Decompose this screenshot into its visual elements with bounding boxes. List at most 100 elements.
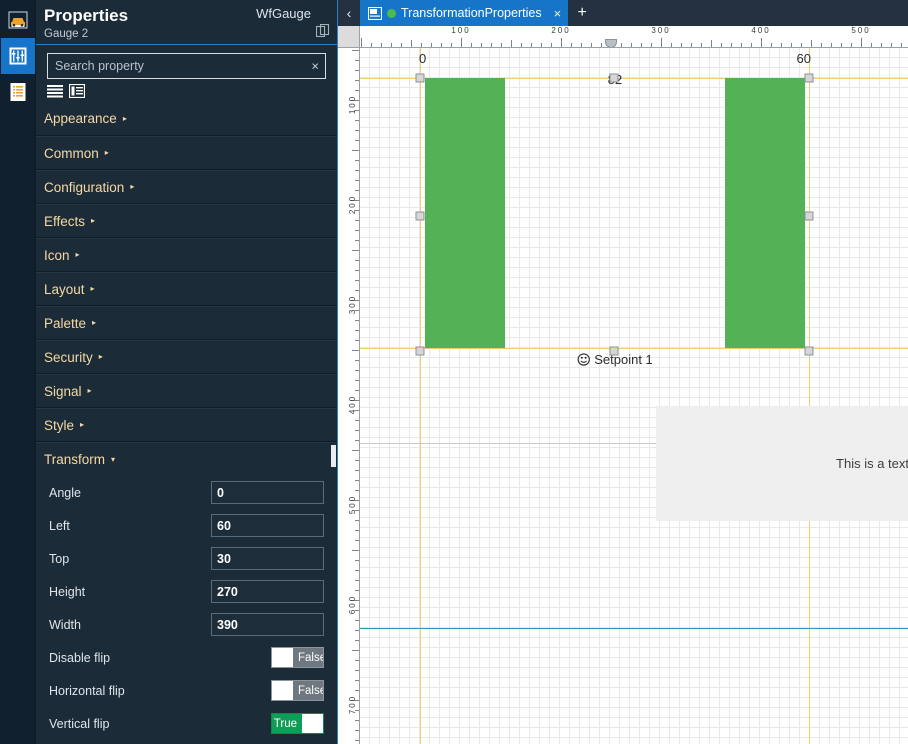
object-type-label: WfGauge bbox=[256, 6, 311, 21]
category-label: Security bbox=[44, 349, 93, 365]
chevron-right-icon: ▸ bbox=[92, 318, 97, 327]
property-category-palette[interactable]: Palette ▸ bbox=[36, 306, 337, 340]
property-category-effects[interactable]: Effects ▸ bbox=[36, 204, 337, 238]
category-label: Signal bbox=[44, 383, 82, 399]
property-label: Vertical flip bbox=[49, 716, 110, 731]
rail-item-project-tree[interactable] bbox=[1, 74, 35, 110]
ruler-tick bbox=[601, 43, 602, 47]
property-category-signal[interactable]: Signal ▸ bbox=[36, 374, 337, 408]
property-input-width[interactable] bbox=[211, 613, 324, 636]
property-input-angle[interactable] bbox=[211, 481, 324, 504]
property-category-layout[interactable]: Layout ▸ bbox=[36, 272, 337, 306]
resize-handle-w[interactable] bbox=[415, 211, 425, 221]
property-toggle-horizontal-flip[interactable]: False bbox=[271, 680, 324, 701]
property-category-configuration[interactable]: Configuration ▸ bbox=[36, 170, 337, 204]
property-toggle-vertical-flip[interactable]: True bbox=[271, 713, 324, 734]
property-toggle-disable-flip[interactable]: False bbox=[271, 647, 324, 668]
property-input-height[interactable] bbox=[211, 580, 324, 603]
close-tab-icon[interactable]: × bbox=[554, 6, 562, 21]
clear-search-icon[interactable]: × bbox=[311, 60, 319, 73]
ruler-tick bbox=[352, 150, 359, 151]
resize-handle-e[interactable] bbox=[804, 211, 814, 221]
resize-handle-sw[interactable] bbox=[415, 346, 425, 356]
resize-handle-se[interactable] bbox=[804, 346, 814, 356]
ruler-tick bbox=[355, 360, 359, 361]
setpoint-icon bbox=[577, 353, 590, 366]
ruler-label: 200 bbox=[551, 26, 571, 35]
ruler-tick bbox=[355, 430, 359, 431]
ruler-label: 500 bbox=[851, 26, 871, 35]
resize-handle-s[interactable] bbox=[609, 346, 619, 356]
ruler-tick bbox=[711, 40, 712, 47]
property-input-left[interactable] bbox=[211, 514, 324, 537]
property-category-appearance[interactable]: Appearance ▸ bbox=[36, 102, 337, 136]
ruler-tick bbox=[355, 670, 359, 671]
ruler-tick bbox=[531, 43, 532, 47]
property-label: Top bbox=[49, 551, 70, 566]
gauge-element[interactable]: 0 60 82 Setpoint 1 bbox=[419, 51, 811, 538]
add-tab-icon[interactable]: + bbox=[568, 0, 596, 26]
tab-scroll-left-icon[interactable]: ‹ bbox=[338, 0, 360, 26]
resize-handle-n[interactable] bbox=[609, 73, 619, 83]
vertical-ruler[interactable]: 100 200 300 400 500 600 700 bbox=[338, 48, 360, 744]
property-label: Height bbox=[49, 584, 86, 599]
ruler-tick bbox=[391, 43, 392, 47]
ruler-tick bbox=[355, 490, 359, 491]
ruler-tick bbox=[741, 43, 742, 47]
text-element[interactable]: This is a text bbox=[656, 406, 908, 521]
ruler-tick bbox=[352, 650, 359, 651]
ruler-tick bbox=[501, 43, 502, 47]
property-category-transform[interactable]: Transform ▾ bbox=[36, 442, 337, 476]
category-label: Transform bbox=[44, 452, 106, 467]
ruler-tick bbox=[355, 190, 359, 191]
ruler-tick bbox=[355, 130, 359, 131]
resize-handle-nw[interactable] bbox=[415, 73, 425, 83]
properties-header: Properties Gauge 2 WfGauge bbox=[36, 0, 337, 45]
rail-item-properties[interactable] bbox=[0, 38, 35, 74]
ruler-position-marker[interactable] bbox=[605, 39, 617, 47]
ruler-tick bbox=[691, 43, 692, 47]
application-window: Properties Gauge 2 WfGauge × bbox=[0, 0, 908, 744]
property-label: Angle bbox=[49, 485, 81, 500]
ruler-corner bbox=[338, 26, 360, 47]
ruler-tick bbox=[551, 43, 552, 47]
ruler-tick bbox=[511, 40, 512, 47]
ruler-tick bbox=[355, 590, 359, 591]
ruler-tick bbox=[355, 70, 359, 71]
property-category-style[interactable]: Style ▸ bbox=[36, 408, 337, 442]
ruler-tick bbox=[355, 740, 359, 741]
toggle-value-label: False bbox=[298, 684, 324, 697]
grouped-view-icon[interactable] bbox=[69, 84, 85, 98]
property-row: Horizontal flip False bbox=[36, 674, 337, 707]
property-category-icon[interactable]: Icon ▸ bbox=[36, 238, 337, 272]
property-input-top[interactable] bbox=[211, 547, 324, 570]
ruler-tick bbox=[355, 580, 359, 581]
resize-handle-ne[interactable] bbox=[804, 73, 814, 83]
ruler-tick bbox=[621, 43, 622, 47]
horizontal-ruler[interactable]: 100 200 300 400 500 bbox=[338, 26, 908, 48]
property-category-common[interactable]: Common ▸ bbox=[36, 136, 337, 170]
ruler-tick bbox=[355, 620, 359, 621]
ruler-tick bbox=[355, 240, 359, 241]
gauge-min-label: 0 bbox=[419, 51, 427, 66]
property-label: Horizontal flip bbox=[49, 683, 125, 698]
ruler-tick bbox=[491, 43, 492, 47]
ruler-tick bbox=[355, 730, 359, 731]
copy-icon[interactable] bbox=[316, 24, 330, 38]
properties-scrollbar-thumb[interactable] bbox=[331, 445, 336, 467]
design-canvas[interactable]: 0 60 82 Setpoint 1 bbox=[360, 48, 908, 744]
search-input[interactable] bbox=[48, 54, 325, 78]
tab-transformation-properties[interactable]: TransformationProperties × bbox=[360, 0, 569, 26]
ruler-label: 700 bbox=[347, 694, 357, 715]
ruler-tick bbox=[751, 43, 752, 47]
ruler-tick bbox=[355, 220, 359, 221]
guide-horizontal-cyan[interactable] bbox=[360, 628, 908, 629]
ruler-tick bbox=[355, 160, 359, 161]
list-view-icon[interactable] bbox=[47, 84, 63, 98]
properties-panel: Properties Gauge 2 WfGauge × bbox=[36, 0, 338, 744]
guide-horizontal-bottom[interactable] bbox=[360, 348, 908, 349]
ruler-tick bbox=[641, 43, 642, 47]
ruler-tick bbox=[411, 40, 412, 47]
property-category-security[interactable]: Security ▸ bbox=[36, 340, 337, 374]
rail-item-devices[interactable] bbox=[1, 2, 35, 38]
